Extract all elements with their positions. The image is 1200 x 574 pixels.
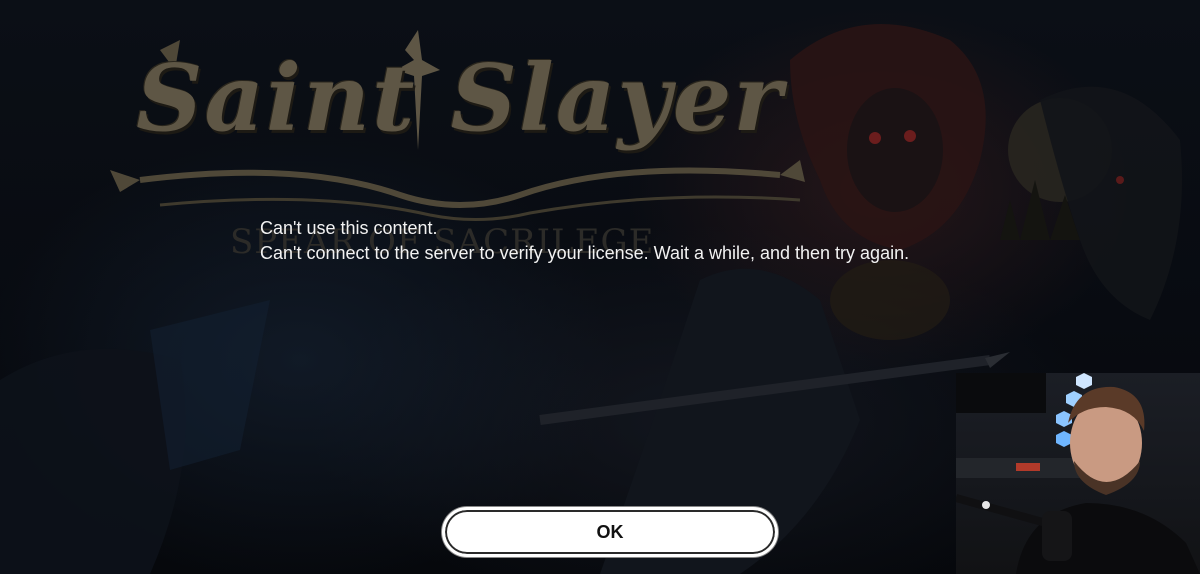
error-title: Can't use this content. xyxy=(260,218,438,238)
streamer-webcam-icon xyxy=(956,373,1200,574)
error-message: Can't use this content. Can't connect to… xyxy=(260,216,1020,266)
game-screen: Saint Slayer SPEAR OF SACRILEGE Can't us… xyxy=(0,0,1200,574)
webcam-overlay xyxy=(956,373,1200,574)
ok-button-label: OK xyxy=(596,521,624,542)
ok-button[interactable]: OK xyxy=(442,507,778,557)
game-logo-title: Saint Slayer xyxy=(136,44,784,152)
error-detail: Can't connect to the server to verify yo… xyxy=(260,243,910,263)
